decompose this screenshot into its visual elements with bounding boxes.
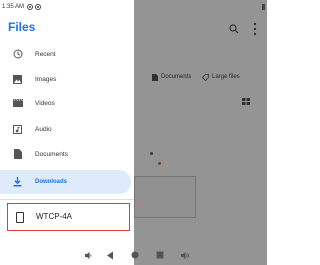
notification-icon [35,4,42,10]
download-icon [12,177,23,188]
battery-icon [262,4,265,10]
drawer-item-audio[interactable]: Audio [0,117,131,141]
drawer-item-label: Videos [35,99,55,107]
drawer-item-videos[interactable]: Videos [0,91,131,115]
drawer-item-downloads[interactable]: Downloads [0,170,131,194]
volume-up-icon[interactable] [180,250,190,260]
drawer-divider [0,199,134,200]
drawer-title: Files [8,20,36,34]
document-icon [12,149,23,160]
phone-icon [16,212,24,223]
drawer-item-label: Recent [35,50,56,58]
clock-icon [12,49,23,60]
status-time: 1:35 AM [2,4,25,10]
drawer-item-label: Downloads [35,179,68,185]
drawer-item-recent[interactable]: Recent [0,42,131,66]
status-bar: 1:35 AM [0,0,267,14]
film-icon [12,98,23,109]
navigation-drawer: Files Recent Images Videos Audio Documen… [0,0,134,265]
drawer-item-label: Documents [35,150,68,158]
device-label: WTCP-4A [36,212,72,221]
drawer-item-images[interactable]: Images [0,67,131,91]
image-icon [12,74,23,85]
music-icon [12,124,23,135]
screen: s Documents Large files Files Recent [0,0,267,265]
recents-icon[interactable] [155,250,165,260]
drawer-item-label: Audio [35,125,52,133]
drawer-item-documents[interactable]: Documents [0,142,131,166]
drawer-item-label: Images [35,75,57,83]
notification-icon [27,4,34,10]
back-icon[interactable] [105,250,115,260]
system-nav-bar [0,244,267,265]
drawer-item-device[interactable]: WTCP-4A [7,203,130,231]
volume-down-icon[interactable] [83,250,93,260]
home-icon[interactable] [130,250,140,260]
